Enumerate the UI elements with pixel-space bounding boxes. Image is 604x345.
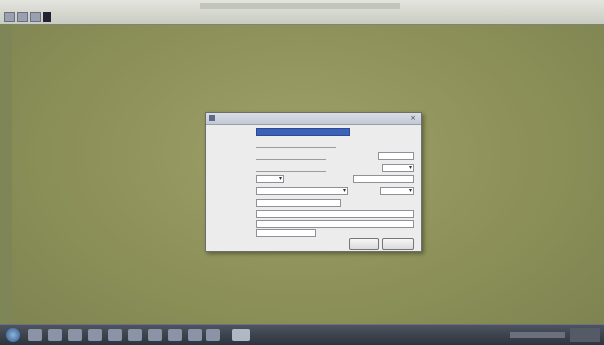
text-field[interactable] <box>256 140 336 148</box>
text-field[interactable] <box>256 210 414 218</box>
tray-icons[interactable] <box>510 332 565 338</box>
text-field[interactable] <box>256 152 326 160</box>
text-field[interactable] <box>256 220 414 228</box>
name-field[interactable] <box>256 128 350 136</box>
taskbar-app-icon[interactable] <box>88 329 102 341</box>
toolbar <box>4 12 51 22</box>
toolbar-button-icon[interactable] <box>4 12 15 22</box>
system-tray <box>510 327 600 343</box>
toolbar-button-icon[interactable] <box>17 12 28 22</box>
taskbar <box>0 324 604 345</box>
taskbar-app-icon[interactable] <box>68 329 82 341</box>
cursor-icon <box>43 12 51 22</box>
taskbar-app-icon[interactable] <box>188 329 202 341</box>
form-row <box>210 199 417 208</box>
text-field[interactable] <box>256 164 326 172</box>
toolbar-button-icon[interactable] <box>30 12 41 22</box>
ok-button[interactable] <box>349 238 379 250</box>
desktop-background: × <box>0 0 604 345</box>
top-window-strip <box>0 0 604 25</box>
start-button-icon[interactable] <box>6 328 20 342</box>
form-row <box>210 210 417 219</box>
dialog-titlebar[interactable]: × <box>206 113 421 125</box>
form-row <box>210 140 417 149</box>
desktop-edge <box>0 24 12 324</box>
form-row <box>210 152 417 161</box>
side-dropdown[interactable] <box>382 164 414 172</box>
taskbar-app-icon[interactable] <box>128 329 142 341</box>
form-row <box>210 175 417 184</box>
dropdown-field[interactable] <box>256 175 284 183</box>
properties-dialog: × <box>205 112 422 252</box>
side-field[interactable] <box>353 175 414 183</box>
window-title-area <box>200 3 400 9</box>
dropdown-field[interactable] <box>256 187 348 195</box>
taskbar-app-icon[interactable] <box>168 329 182 341</box>
text-field[interactable] <box>256 199 341 207</box>
text-field[interactable] <box>256 229 316 237</box>
form-row <box>210 187 417 196</box>
taskbar-clock[interactable] <box>570 328 600 342</box>
form-row <box>210 164 417 173</box>
side-field[interactable] <box>378 152 414 160</box>
dialog-app-icon <box>209 115 215 121</box>
form-row <box>210 128 417 137</box>
taskbar-active-app-icon[interactable] <box>232 329 250 341</box>
taskbar-app-icon[interactable] <box>206 329 220 341</box>
taskbar-app-icon[interactable] <box>108 329 122 341</box>
taskbar-app-icon[interactable] <box>28 329 42 341</box>
taskbar-app-icon[interactable] <box>148 329 162 341</box>
close-icon[interactable]: × <box>408 114 418 122</box>
side-dropdown[interactable] <box>380 187 414 195</box>
cancel-button[interactable] <box>382 238 414 250</box>
form-row <box>210 229 417 238</box>
taskbar-app-icon[interactable] <box>48 329 62 341</box>
form-row <box>210 220 417 229</box>
